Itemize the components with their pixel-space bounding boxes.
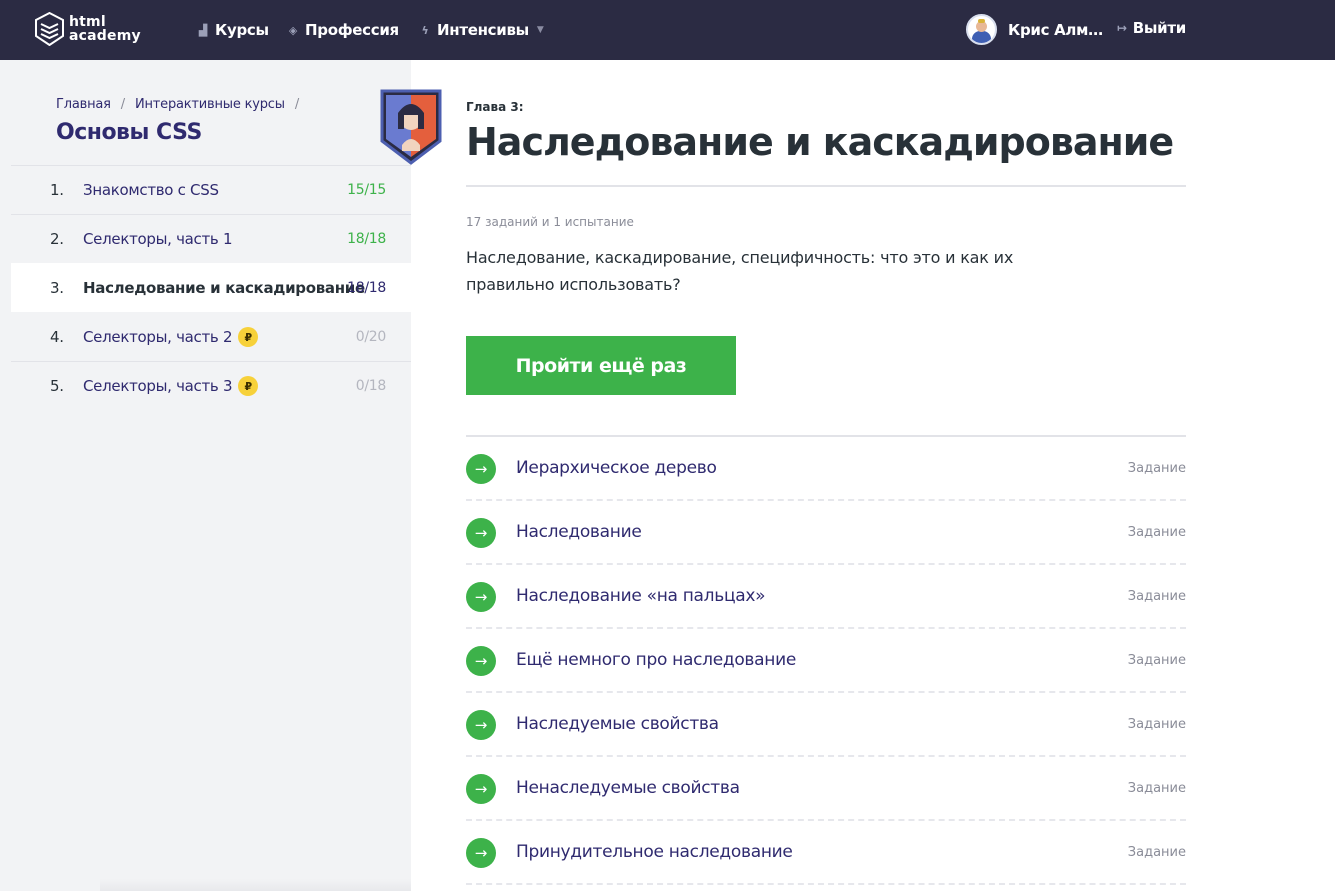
chapter-item[interactable]: 2. Селекторы, часть 1 18/18: [11, 214, 411, 263]
task-item[interactable]: → Иерархическое дерево Задание: [466, 437, 1186, 501]
breadcrumb-interactive-courses[interactable]: Интерактивные курсы: [135, 97, 285, 112]
avatar: [966, 14, 997, 45]
chapter-item[interactable]: 4. Селекторы, часть 2 ₽ 0/20: [11, 312, 411, 361]
chapter-item[interactable]: 1. Знакомство с CSS 15/15: [11, 165, 411, 214]
graduation-cap-icon: ◈: [288, 23, 298, 37]
course-sidebar: Главная / Интерактивные курсы / Основы CSS …: [0, 60, 442, 891]
chapter-progress: 0/20: [355, 329, 387, 345]
html-academy-logo[interactable]: html academy: [35, 12, 141, 46]
task-type: Задание: [1127, 844, 1186, 860]
breadcrumb-home[interactable]: Главная: [56, 97, 111, 112]
task-type: Задание: [1127, 716, 1186, 732]
course-title: Основы CSS: [56, 120, 202, 145]
arrow-right-icon: →: [466, 454, 496, 484]
nav-intensives[interactable]: ϟ Интенсивы ▼: [419, 19, 544, 41]
chapter-item[interactable]: 5. Селекторы, часть 3 ₽ 0/18: [11, 361, 411, 410]
task-type: Задание: [1127, 524, 1186, 540]
chapter-label: Глава 3:: [466, 100, 524, 114]
task-title[interactable]: Принудительное наследование: [516, 842, 793, 862]
chapter-progress: 15/15: [347, 182, 386, 198]
task-item[interactable]: → Наследуемые свойства Задание: [466, 693, 1186, 757]
task-item[interactable]: → Наследование Задание: [466, 501, 1186, 565]
retake-button[interactable]: Пройти ещё раз: [466, 336, 736, 395]
chapter-description: Наследование, каскадирование, специфично…: [466, 248, 1014, 294]
task-item[interactable]: → Ещё немного про наследование Задание: [466, 629, 1186, 693]
task-title[interactable]: Иерархическое дерево: [516, 458, 717, 478]
nav-courses[interactable]: ▟ Курсы: [197, 19, 269, 41]
arrow-right-icon: →: [466, 838, 496, 868]
sidebar-fade: [100, 879, 411, 891]
task-title[interactable]: Ненаследуемые свойства: [516, 778, 740, 798]
arrow-right-icon: →: [466, 710, 496, 740]
arrow-right-icon: →: [466, 646, 496, 676]
nav-profession[interactable]: ◈ Профессия: [287, 19, 399, 41]
bars-icon: ▟: [198, 23, 208, 37]
course-badge-icon: [380, 89, 442, 165]
user-name: Крис Алм…: [1008, 20, 1103, 39]
task-type: Задание: [1127, 460, 1186, 476]
arrow-right-icon: →: [466, 774, 496, 804]
task-list: → Иерархическое дерево Задание → Наследо…: [466, 435, 1186, 885]
task-title[interactable]: Ещё немного про наследование: [516, 650, 796, 670]
arrow-right-icon: →: [466, 582, 496, 612]
chapter-meta: 17 заданий и 1 испытание: [466, 215, 634, 229]
chapter-progress: 0/18: [355, 378, 387, 394]
task-item[interactable]: → Ненаследуемые свойства Задание: [466, 757, 1186, 821]
task-type: Задание: [1127, 780, 1186, 796]
top-nav-bar: html academy ▟ Курсы ◈ Профессия ϟ Интен…: [0, 0, 1335, 60]
chevron-down-icon: ▼: [536, 25, 544, 35]
logout-icon: ↦: [1117, 21, 1127, 35]
task-title[interactable]: Наследование «на пальцах»: [516, 586, 766, 606]
chapter-progress: 18/18: [347, 280, 386, 296]
chapter-item-active[interactable]: 3. Наследование и каскадирование 18/18: [11, 263, 411, 312]
task-type: Задание: [1127, 588, 1186, 604]
user-profile-link[interactable]: Крис Алм…: [966, 14, 1103, 45]
divider: [466, 185, 1186, 187]
logo-text: html academy: [69, 14, 141, 44]
arrow-right-icon: →: [466, 518, 496, 548]
task-type: Задание: [1127, 652, 1186, 668]
page-title: Наследование и каскадирование: [466, 120, 1174, 164]
lightning-icon: ϟ: [421, 23, 429, 37]
task-title[interactable]: Наследуемые свойства: [516, 714, 719, 734]
breadcrumb: Главная / Интерактивные курсы /: [56, 97, 299, 112]
task-item[interactable]: → Принудительное наследование Задание: [466, 821, 1186, 885]
paid-rub-icon: ₽: [238, 376, 259, 396]
logout-button[interactable]: ↦ Выйти: [1117, 19, 1186, 37]
task-item[interactable]: → Наследование «на пальцах» Задание: [466, 565, 1186, 629]
paid-rub-icon: ₽: [238, 327, 259, 347]
logo-shield-icon: [35, 12, 64, 46]
chapter-progress: 18/18: [347, 231, 386, 247]
task-title[interactable]: Наследование: [516, 522, 642, 542]
chapter-list: 1. Знакомство с CSS 15/15 2. Селекторы, …: [11, 165, 411, 410]
